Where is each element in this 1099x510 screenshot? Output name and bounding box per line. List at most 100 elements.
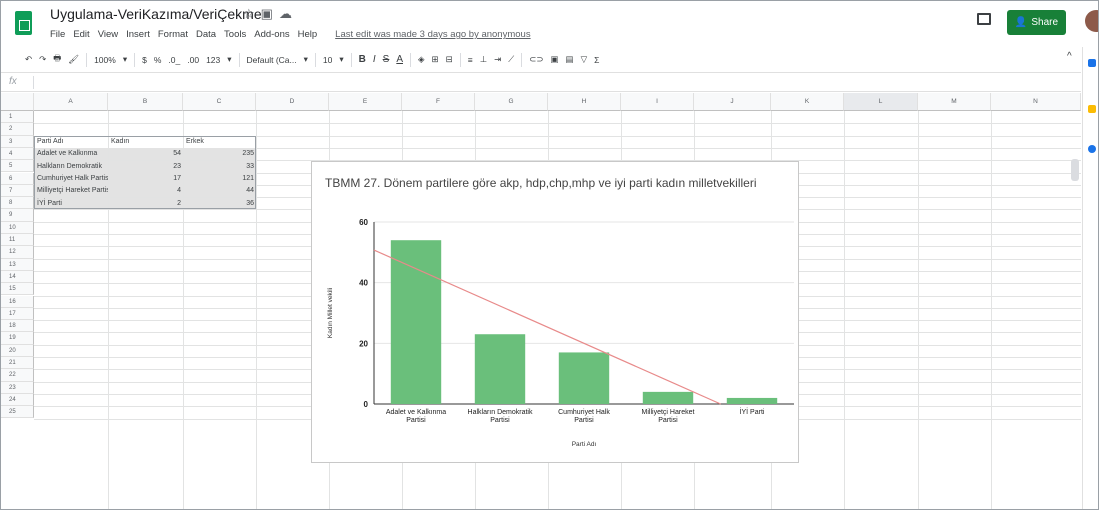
font-size-chevron-down-icon[interactable]: ▾ — [339, 54, 343, 65]
row-header-24[interactable]: 24 — [1, 393, 34, 407]
strikethrough-button[interactable]: S — [383, 54, 390, 65]
column-header-l[interactable]: L — [844, 93, 918, 111]
row-header-17[interactable]: 17 — [1, 307, 34, 321]
sheets-logo-icon[interactable] — [15, 11, 32, 35]
row-header-10[interactable]: 10 — [1, 221, 34, 234]
zoom-chevron-down-icon[interactable]: ▾ — [123, 54, 127, 65]
party-name-cell[interactable]: İYİ Parti — [35, 197, 108, 210]
zoom-select[interactable]: 100% — [94, 55, 116, 65]
bold-button[interactable]: B — [359, 54, 366, 65]
more-formats-button[interactable]: 123 — [206, 55, 220, 65]
erkek-value-cell[interactable]: 121 — [184, 173, 256, 185]
menu-tools[interactable]: Tools — [224, 29, 246, 43]
calendar-icon[interactable] — [1088, 59, 1096, 67]
increase-decimal-button[interactable]: .00 — [187, 55, 199, 65]
text-wrapping-icon[interactable]: ⇥ — [494, 54, 501, 65]
party-name-cell[interactable]: Milliyetçi Hareket Partisi — [35, 185, 108, 198]
text-color-button[interactable]: A — [396, 54, 403, 65]
row-header-1[interactable]: 1 — [1, 111, 34, 124]
insert-link-icon[interactable]: ⊂⊃ — [529, 54, 543, 65]
star-icon[interactable]: ☆ — [243, 6, 261, 21]
filter-icon[interactable]: ▽ — [581, 54, 588, 65]
kadin-value-cell[interactable]: 23 — [109, 160, 183, 173]
collapse-menus-chevron-up-icon[interactable]: ^ — [1067, 51, 1072, 62]
more-formats-chevron-down-icon[interactable]: ▾ — [227, 54, 231, 65]
column-header-d[interactable]: D — [256, 93, 329, 111]
row-header-2[interactable]: 2 — [1, 123, 34, 136]
comment-icon[interactable] — [977, 13, 991, 25]
row-header-22[interactable]: 22 — [1, 369, 34, 382]
menu-data[interactable]: Data — [196, 29, 216, 43]
column-header-g[interactable]: G — [475, 93, 548, 111]
column-header-b[interactable]: B — [108, 93, 183, 111]
party-name-cell[interactable]: Adalet ve Kalkınma — [35, 148, 108, 161]
align-vertical-icon[interactable]: ⊥ — [480, 54, 487, 65]
row-header-13[interactable]: 13 — [1, 258, 34, 271]
header-cell[interactable]: Erkek — [184, 136, 256, 148]
row-header-11[interactable]: 11 — [1, 234, 34, 247]
functions-icon[interactable]: Σ — [594, 55, 599, 65]
column-header-a[interactable]: A — [34, 93, 108, 111]
print-icon[interactable]: 🖶 — [53, 53, 61, 67]
decrease-decimal-button[interactable]: .0_ — [168, 55, 180, 65]
menu-view[interactable]: View — [98, 29, 118, 43]
percent-format-button[interactable]: % — [154, 55, 162, 65]
fill-color-icon[interactable]: ◈ — [418, 54, 425, 65]
row-header-4[interactable]: 4 — [1, 147, 34, 161]
header-cell[interactable]: Kadın — [109, 136, 183, 148]
row-header-25[interactable]: 25 — [1, 406, 34, 419]
column-header-m[interactable]: M — [918, 93, 991, 111]
paint-format-icon[interactable]: 🖌 — [68, 54, 79, 65]
align-horizontal-icon[interactable]: ≡ — [468, 55, 473, 65]
cloud-icon[interactable]: ☁ — [279, 6, 298, 21]
font-size-select[interactable]: 10 — [323, 55, 332, 65]
row-header-8[interactable]: 8 — [1, 197, 34, 210]
party-name-cell[interactable]: Halkların Demokratik — [35, 160, 108, 173]
folder-icon[interactable]: ▣ — [261, 6, 279, 21]
keep-icon[interactable] — [1088, 105, 1096, 113]
font-select[interactable]: Default (Ca... — [247, 55, 297, 65]
erkek-value-cell[interactable]: 36 — [184, 197, 256, 210]
column-header-f[interactable]: F — [402, 93, 475, 111]
column-header-k[interactable]: K — [771, 93, 844, 111]
kadin-value-cell[interactable]: 4 — [109, 185, 183, 198]
column-header-i[interactable]: I — [621, 93, 694, 111]
menu-format[interactable]: Format — [158, 29, 188, 43]
merge-cells-icon[interactable]: ⊟ — [446, 54, 453, 65]
party-name-cell[interactable]: Cumhuriyet Halk Partisi — [35, 173, 108, 185]
select-all-corner[interactable] — [1, 93, 34, 111]
italic-button[interactable]: I — [373, 54, 376, 65]
column-header-j[interactable]: J — [694, 93, 771, 111]
menu-file[interactable]: File — [50, 29, 65, 43]
menu-insert[interactable]: Insert — [126, 29, 150, 43]
erkek-value-cell[interactable]: 33 — [184, 160, 256, 173]
row-header-16[interactable]: 16 — [1, 295, 34, 308]
share-button[interactable]: 👤 Share — [1007, 10, 1066, 35]
menu-help[interactable]: Help — [298, 29, 318, 43]
row-header-12[interactable]: 12 — [1, 246, 34, 259]
row-header-9[interactable]: 9 — [1, 209, 34, 222]
row-header-21[interactable]: 21 — [1, 357, 34, 370]
column-header-e[interactable]: E — [329, 93, 402, 111]
avatar[interactable] — [1085, 10, 1098, 32]
erkek-value-cell[interactable]: 235 — [184, 148, 256, 161]
column-header-c[interactable]: C — [183, 93, 256, 111]
kadin-value-cell[interactable]: 2 — [109, 197, 183, 210]
borders-icon[interactable]: ⊞ — [432, 54, 439, 65]
row-header-7[interactable]: 7 — [1, 184, 34, 198]
kadin-value-cell[interactable]: 17 — [109, 173, 183, 185]
menu-add-ons[interactable]: Add-ons — [254, 29, 289, 43]
redo-icon[interactable]: ↷ — [39, 54, 46, 65]
erkek-value-cell[interactable]: 44 — [184, 185, 256, 198]
row-header-3[interactable]: 3 — [1, 135, 34, 148]
last-edit-link[interactable]: Last edit was made 3 days ago by anonymo… — [335, 29, 530, 43]
text-rotation-icon[interactable]: ⟋ — [508, 54, 514, 65]
font-chevron-down-icon[interactable]: ▾ — [304, 54, 308, 65]
row-header-15[interactable]: 15 — [1, 283, 34, 296]
vertical-scrollbar[interactable] — [1071, 159, 1079, 181]
row-header-20[interactable]: 20 — [1, 344, 34, 357]
chart[interactable]: TBMM 27. Dönem partilere göre akp, hdp,c… — [311, 161, 799, 463]
undo-icon[interactable]: ↶ — [25, 54, 32, 65]
currency-format-button[interactable]: $ — [142, 55, 147, 65]
row-header-23[interactable]: 23 — [1, 381, 34, 394]
